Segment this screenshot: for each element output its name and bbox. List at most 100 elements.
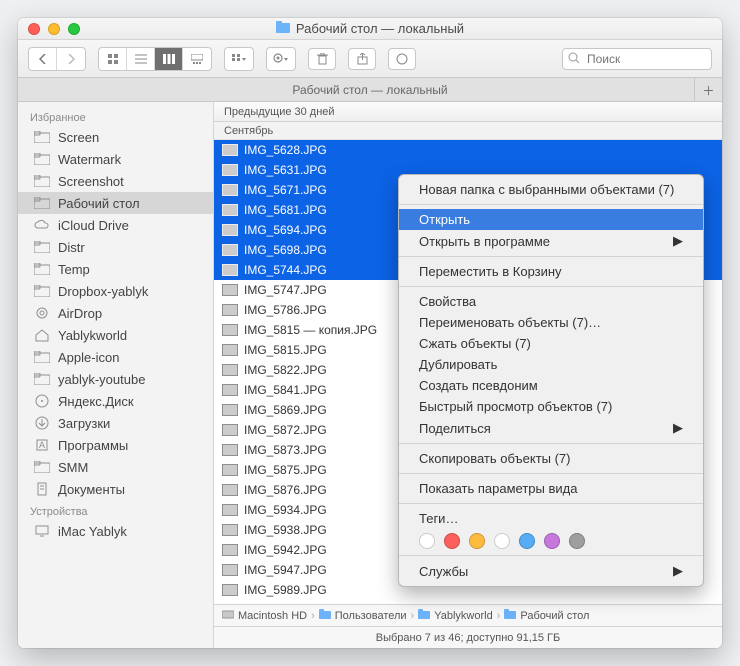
tags-button[interactable] <box>388 48 416 70</box>
tag-color-dot[interactable] <box>569 533 585 549</box>
tag-color-dot[interactable] <box>444 533 460 549</box>
sidebar-item[interactable]: Temp <box>18 258 213 280</box>
context-menu-item[interactable]: Службы▶ <box>399 560 703 582</box>
new-tab-button[interactable]: ＋ <box>694 78 722 102</box>
context-menu-item[interactable]: Дублировать <box>399 354 703 375</box>
context-menu-item[interactable]: Сжать объекты (7) <box>399 333 703 354</box>
sidebar-item[interactable]: AirDrop <box>18 302 213 324</box>
back-button[interactable] <box>29 48 57 70</box>
folder-icon <box>34 174 50 188</box>
context-menu-item[interactable]: Открыть <box>399 209 703 230</box>
context-item-label: Создать псевдоним <box>419 378 538 393</box>
action-dropdown[interactable] <box>266 47 296 71</box>
file-thumb-icon <box>222 504 238 516</box>
file-name: IMG_5947.JPG <box>244 563 327 577</box>
sidebar-item[interactable]: Screenshot <box>18 170 213 192</box>
view-icon-button[interactable] <box>99 48 127 70</box>
folder-icon <box>504 609 516 622</box>
sidebar-item[interactable]: yablyk-youtube <box>18 368 213 390</box>
context-menu-separator <box>399 286 703 287</box>
chevron-right-icon: ▶ <box>673 420 683 436</box>
file-name: IMG_5698.JPG <box>244 243 327 257</box>
file-thumb-icon <box>222 464 238 476</box>
sidebar-item-label: Dropbox-yablyk <box>58 284 148 299</box>
sidebar-item[interactable]: Distr <box>18 236 213 258</box>
file-name: IMG_5989.JPG <box>244 583 327 597</box>
context-menu-item[interactable]: Скопировать объекты (7) <box>399 448 703 469</box>
file-name: IMG_5869.JPG <box>244 403 327 417</box>
tab-active[interactable]: Рабочий стол — локальный <box>292 83 447 97</box>
tag-color-dot[interactable] <box>494 533 510 549</box>
file-row[interactable]: IMG_5628.JPG <box>214 140 722 160</box>
path-segment[interactable]: Пользователи <box>335 610 407 622</box>
sidebar-item-label: iMac Yablyk <box>58 524 127 539</box>
folder-icon <box>34 460 50 474</box>
view-column-button[interactable] <box>155 48 183 70</box>
context-menu: Новая папка с выбранными объектами (7) От… <box>398 174 704 587</box>
list-group-header: Сентябрь <box>214 122 722 140</box>
share-button[interactable] <box>348 48 376 70</box>
sidebar-item[interactable]: Apple-icon <box>18 346 213 368</box>
context-menu-item[interactable]: Показать параметры вида <box>399 478 703 499</box>
file-thumb-icon <box>222 144 238 156</box>
window-title: Рабочий стол — локальный <box>296 21 464 36</box>
tag-color-dot[interactable] <box>544 533 560 549</box>
sidebar-item[interactable]: Yablykworld <box>18 324 213 346</box>
path-segment[interactable]: Yablykworld <box>434 610 493 622</box>
traffic-lights <box>28 23 80 35</box>
close-button[interactable] <box>28 23 40 35</box>
file-name: IMG_5938.JPG <box>244 523 327 537</box>
disk-icon <box>222 609 234 622</box>
context-menu-item[interactable]: Поделиться▶ <box>399 417 703 439</box>
search-input[interactable] <box>562 48 712 70</box>
sidebar-device[interactable]: iMac Yablyk <box>18 520 213 542</box>
tag-color-dot[interactable] <box>519 533 535 549</box>
context-menu-item[interactable]: Переименовать объекты (7)… <box>399 312 703 333</box>
search-field <box>562 48 712 70</box>
file-thumb-icon <box>222 184 238 196</box>
context-item-label: Быстрый просмотр объектов (7) <box>419 399 612 414</box>
file-name: IMG_5747.JPG <box>244 283 327 297</box>
chevron-right-icon: ▶ <box>673 233 683 249</box>
minimize-button[interactable] <box>48 23 60 35</box>
sidebar-item[interactable]: Dropbox-yablyk <box>18 280 213 302</box>
file-thumb-icon <box>222 364 238 376</box>
context-menu-item[interactable]: Новая папка с выбранными объектами (7) <box>399 179 703 200</box>
context-menu-separator <box>399 256 703 257</box>
folder-icon <box>34 152 50 166</box>
context-menu-item[interactable]: Быстрый просмотр объектов (7) <box>399 396 703 417</box>
context-menu-item[interactable]: Открыть в программе▶ <box>399 230 703 252</box>
folder-icon <box>276 21 290 36</box>
sidebar-item[interactable]: Загрузки <box>18 412 213 434</box>
file-thumb-icon <box>222 304 238 316</box>
tag-color-dot[interactable] <box>419 533 435 549</box>
sidebar-item[interactable]: SMM <box>18 456 213 478</box>
forward-button[interactable] <box>57 48 85 70</box>
sidebar-item[interactable]: iCloud Drive <box>18 214 213 236</box>
maximize-button[interactable] <box>68 23 80 35</box>
sidebar-item[interactable]: AПрограммы <box>18 434 213 456</box>
path-segment[interactable]: Рабочий стол <box>520 610 589 622</box>
sidebar-item-label: Apple-icon <box>58 350 119 365</box>
arrange-dropdown[interactable] <box>224 47 254 71</box>
sidebar-item-label: Temp <box>58 262 90 277</box>
sidebar-item[interactable]: Watermark <box>18 148 213 170</box>
sidebar-item[interactable]: Документы <box>18 478 213 500</box>
tag-color-dot[interactable] <box>469 533 485 549</box>
file-thumb-icon <box>222 484 238 496</box>
view-list-button[interactable] <box>127 48 155 70</box>
trash-button[interactable] <box>308 48 336 70</box>
context-menu-item[interactable]: Переместить в Корзину <box>399 261 703 282</box>
context-menu-item[interactable]: Свойства <box>399 291 703 312</box>
view-gallery-button[interactable] <box>183 48 211 70</box>
path-segment[interactable]: Macintosh HD <box>238 610 307 622</box>
sidebar-item[interactable]: Screen <box>18 126 213 148</box>
sidebar-item[interactable]: Яндекс.Диск <box>18 390 213 412</box>
file-thumb-icon <box>222 324 238 336</box>
context-menu-separator <box>399 204 703 205</box>
sidebar-item[interactable]: Рабочий стол <box>18 192 213 214</box>
chevron-right-icon: › <box>311 610 315 622</box>
sidebar-item-label: Яндекс.Диск <box>58 394 134 409</box>
file-thumb-icon <box>222 544 238 556</box>
context-menu-item[interactable]: Создать псевдоним <box>399 375 703 396</box>
